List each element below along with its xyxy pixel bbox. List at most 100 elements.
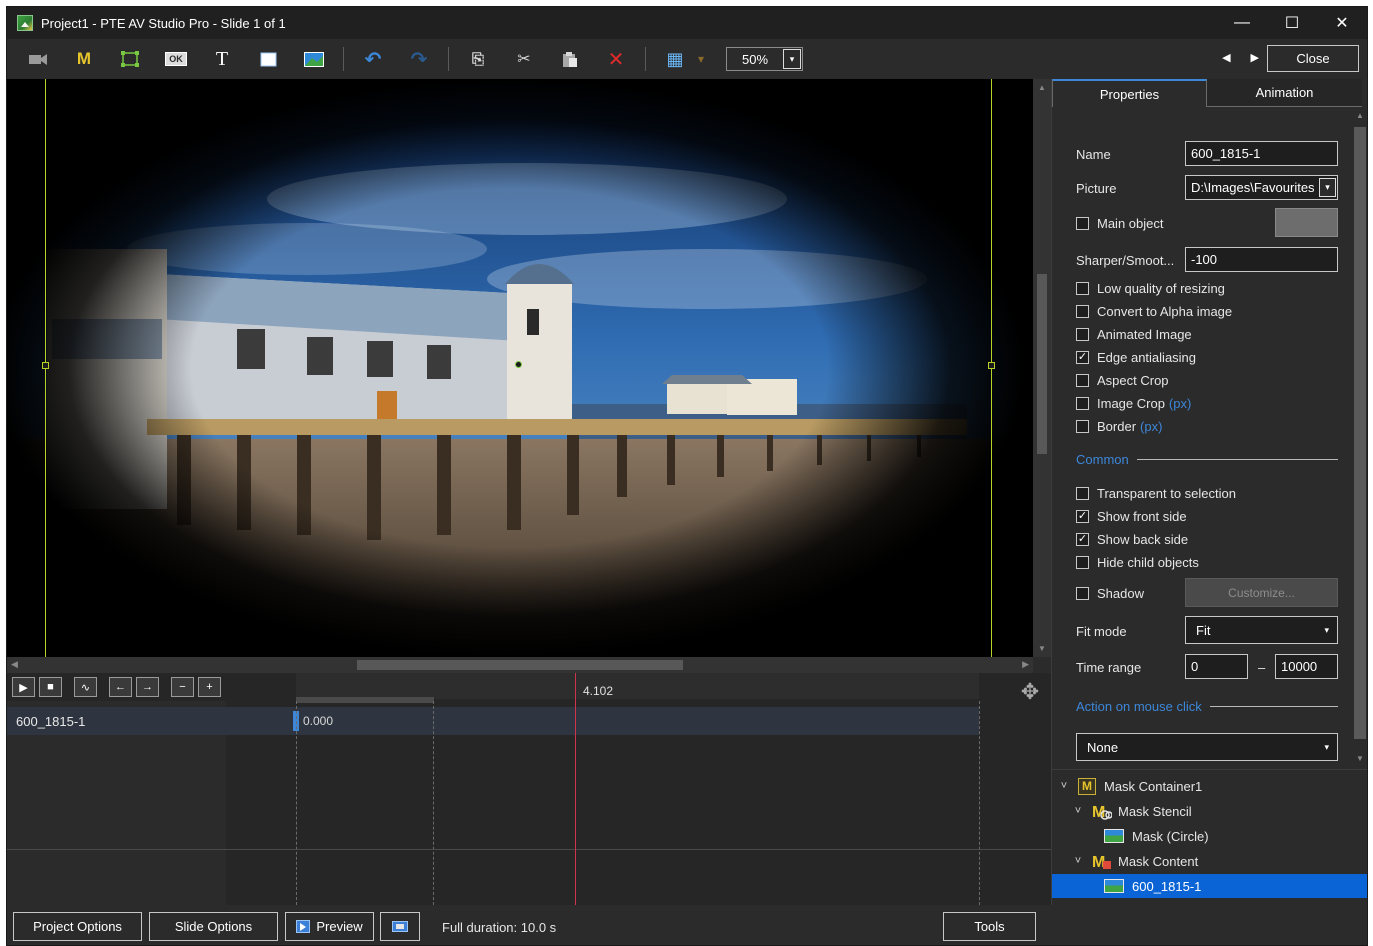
add-rectangle-button[interactable] [251, 44, 285, 74]
panel-scrollbar[interactable]: ▲ ▼ [1350, 107, 1367, 767]
image-checkbox-2[interactable]: Animated Image [1076, 327, 1192, 342]
close-window-button[interactable]: ✕ [1317, 7, 1367, 39]
toolbar-separator [645, 47, 646, 71]
tree-item-mask-container[interactable]: ˅ M Mask Container1 [1058, 774, 1367, 798]
tab-animation[interactable]: Animation [1207, 79, 1362, 107]
screen-mode-button[interactable] [380, 912, 420, 941]
common-checkbox-1[interactable]: ✓ Show front side [1076, 509, 1187, 524]
delete-button[interactable]: ✕ [599, 44, 633, 74]
canvas-vertical-scrollbar[interactable]: ▲ ▼ [1033, 79, 1051, 657]
main-object-color-button[interactable] [1275, 208, 1338, 237]
bottom-bar: Project Options Slide Options Preview Fu… [7, 905, 1367, 945]
pier-photo[interactable] [7, 79, 1033, 657]
zoom-select[interactable]: 50% ▾ [726, 47, 803, 71]
table-row[interactable] [7, 707, 979, 735]
track-name[interactable]: 600_1815-1 [16, 714, 85, 729]
grid-options-dropdown[interactable]: ▾ [692, 44, 710, 74]
play-button[interactable]: ▶ [12, 677, 35, 697]
maximize-button[interactable]: ☐ [1267, 7, 1317, 39]
scroll-left-icon[interactable]: ◀ [11, 659, 18, 670]
minimize-button[interactable]: — [1217, 7, 1267, 39]
move-right-button[interactable]: → [136, 677, 159, 697]
main-object-label: Main object [1097, 216, 1164, 231]
waveform-button[interactable]: ∿ [74, 677, 97, 697]
common-checkbox-3[interactable]: Hide child objects [1076, 555, 1199, 570]
add-camera-button[interactable] [21, 44, 55, 74]
sharper-field[interactable]: -100 [1185, 247, 1338, 272]
cut-button[interactable]: ✂ [507, 44, 541, 74]
chevron-down-icon[interactable]: ˅ [1072, 805, 1084, 817]
image-checkbox-0[interactable]: Low quality of resizing [1076, 281, 1225, 296]
center-handle[interactable] [515, 361, 522, 368]
canvas-horizontal-scrollbar[interactable]: ◀ ▶ [7, 657, 1033, 673]
chevron-down-icon[interactable]: ▾ [1319, 178, 1336, 197]
time-range-from-field[interactable]: 0 [1185, 654, 1248, 679]
image-checkbox-3[interactable]: ✓ Edge antialiasing [1076, 350, 1196, 365]
shadow-checkbox[interactable]: Shadow [1076, 586, 1144, 601]
scroll-thumb[interactable] [1354, 127, 1366, 739]
tab-properties[interactable]: Properties [1052, 79, 1207, 107]
add-image-button[interactable] [297, 44, 331, 74]
zoom-out-button[interactable]: − [171, 677, 194, 697]
image-checkbox-6[interactable]: Border (px) [1076, 419, 1162, 434]
tree-item-picture-selected[interactable]: 600_1815-1 [1052, 874, 1367, 898]
scroll-up-icon[interactable]: ▲ [1038, 83, 1046, 92]
image-checkbox-1[interactable]: Convert to Alpha image [1076, 304, 1232, 319]
main-object-checkbox[interactable]: Main object [1076, 216, 1163, 231]
close-button[interactable]: Close [1267, 45, 1359, 72]
move-left-button[interactable]: ← [109, 677, 132, 697]
chevron-down-icon[interactable]: ▾ [783, 49, 801, 69]
resize-handle-right[interactable] [988, 362, 995, 369]
common-checkbox-0[interactable]: Transparent to selection [1076, 486, 1236, 501]
paste-button[interactable] [553, 44, 587, 74]
scroll-up-icon[interactable]: ▲ [1356, 111, 1364, 120]
timeline-guide [433, 701, 434, 905]
time-range-to-field[interactable]: 10000 [1275, 654, 1338, 679]
slide-canvas[interactable] [7, 79, 1033, 657]
image-checkbox-4[interactable]: Aspect Crop [1076, 373, 1169, 388]
image-checkbox-5[interactable]: Image Crop (px) [1076, 396, 1191, 411]
image-icon [1104, 829, 1124, 843]
add-frame-button[interactable] [113, 44, 147, 74]
app-icon [17, 15, 33, 31]
sharper-label: Sharper/Smoot... [1076, 253, 1175, 268]
add-button-object-button[interactable]: OK [159, 44, 193, 74]
scroll-down-icon[interactable]: ▼ [1038, 644, 1046, 653]
zoom-value: 50% [741, 51, 769, 67]
action-select[interactable]: None ▾ [1076, 733, 1338, 761]
camera-icon [29, 54, 47, 65]
undo-button[interactable]: ↶ [356, 44, 390, 74]
redo-button[interactable]: ↷ [402, 44, 436, 74]
tools-button[interactable]: Tools [943, 912, 1036, 941]
chevron-down-icon[interactable]: ˅ [1072, 855, 1084, 867]
scroll-right-icon[interactable]: ▶ [1022, 659, 1029, 670]
customize-button[interactable]: Customize... [1185, 578, 1338, 607]
fit-mode-select[interactable]: Fit ▾ [1185, 616, 1338, 644]
time-range-dash: – [1258, 660, 1266, 675]
grid-button[interactable]: ▦ [658, 44, 692, 74]
project-options-button[interactable]: Project Options [13, 912, 142, 941]
scroll-down-icon[interactable]: ▼ [1356, 754, 1364, 763]
properties-panel: Properties Animation Name 600_1815-1 Pic… [1051, 79, 1367, 905]
stop-button[interactable]: ■ [39, 677, 62, 697]
resize-handle-left[interactable] [42, 362, 49, 369]
copy-button[interactable]: ⎘ [461, 44, 495, 74]
chevron-down-icon[interactable]: ˅ [1058, 780, 1070, 792]
add-text-button[interactable]: T [205, 44, 239, 74]
scroll-thumb[interactable] [1037, 274, 1047, 454]
slide-options-button[interactable]: Slide Options [149, 912, 278, 941]
playhead[interactable] [575, 673, 576, 905]
picture-select[interactable]: D:\Images\Favourites ▾ [1185, 175, 1338, 200]
tree-item-mask-circle[interactable]: Mask (Circle) [1104, 824, 1367, 848]
add-mask-container-button[interactable]: M [67, 44, 101, 74]
name-field[interactable]: 600_1815-1 [1185, 141, 1338, 166]
zoom-in-button[interactable]: + [198, 677, 221, 697]
common-checkbox-2[interactable]: ✓ Show back side [1076, 532, 1188, 547]
tree-item-mask-content[interactable]: ˅ M Mask Content [1072, 849, 1367, 873]
tree-item-mask-stencil[interactable]: ˅ M Mask Stencil [1072, 799, 1367, 823]
checkbox-icon [1076, 328, 1089, 341]
next-slide-button[interactable]: ▶ [1251, 51, 1259, 64]
previous-slide-button[interactable]: ◀ [1222, 51, 1230, 64]
preview-button[interactable]: Preview [285, 912, 374, 941]
scroll-thumb[interactable] [357, 660, 683, 670]
